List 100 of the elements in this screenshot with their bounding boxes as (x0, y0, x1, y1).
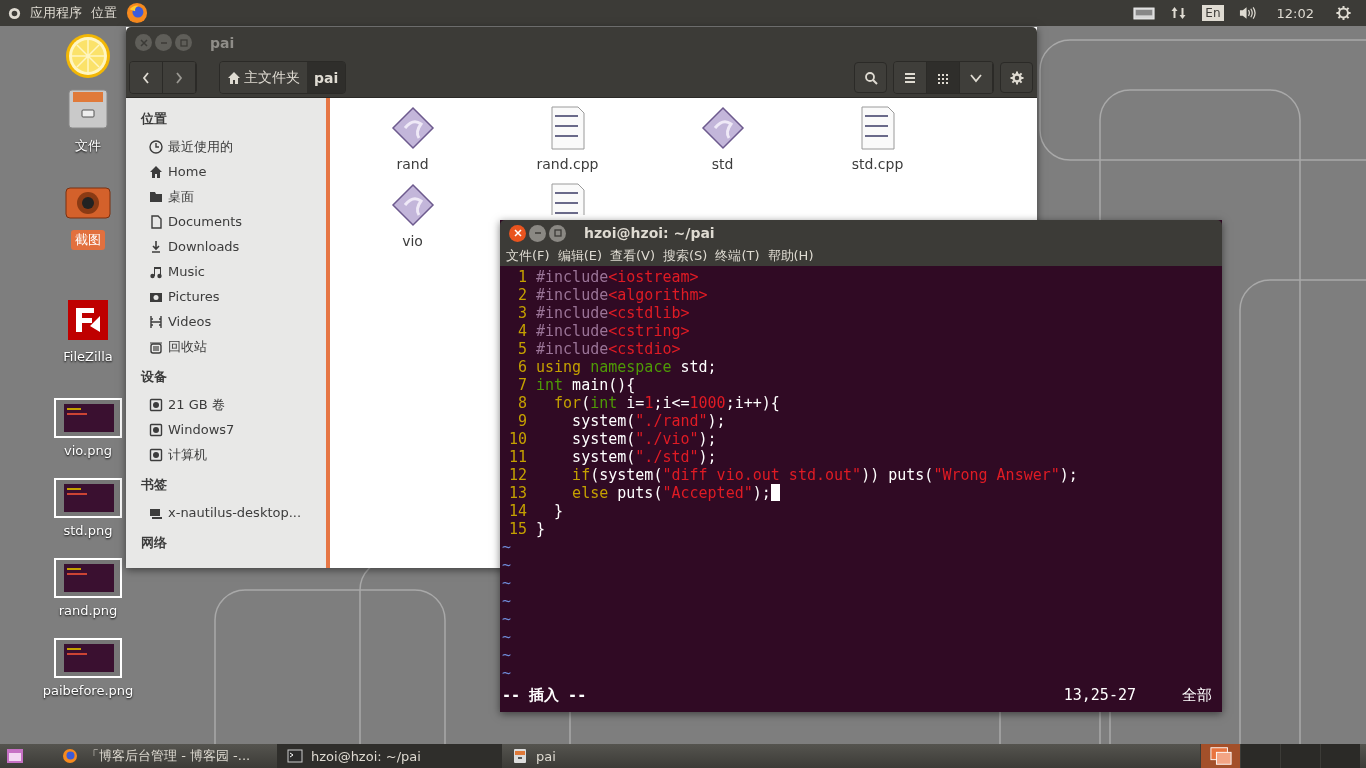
search-button[interactable] (854, 62, 887, 93)
code-line: #include<cstdio> (536, 340, 681, 358)
path-button[interactable]: pai (307, 62, 346, 93)
menu-item[interactable]: 终端(T) (715, 247, 760, 266)
browser-icon[interactable] (126, 2, 148, 24)
desktop-icon-label[interactable]: rand.png (54, 602, 122, 619)
code-line: system("./vio"); (571, 430, 717, 448)
line-number: 14 (507, 502, 527, 520)
empty-line-marker: ~ (501, 592, 512, 610)
transfer-arrows-icon[interactable] (1170, 5, 1188, 21)
menu-item[interactable]: 编辑(E) (557, 247, 602, 266)
line-number: 1 (516, 268, 527, 286)
line-number: 4 (516, 322, 527, 340)
taskbar-button[interactable]: hzoi@hzoi: ~/pai (277, 744, 502, 768)
file-name[interactable]: std.cpp (851, 156, 904, 172)
back-button[interactable] (130, 62, 163, 93)
trash-icon (149, 339, 163, 354)
settings-button[interactable] (1000, 62, 1033, 93)
line-number: 9 (516, 412, 527, 430)
list-view-button[interactable] (894, 62, 927, 93)
line-number: 12 (507, 466, 527, 484)
keyboard-icon[interactable] (1133, 6, 1156, 20)
terminal-icon (287, 748, 303, 764)
code-line: #include<iostream> (536, 268, 699, 286)
empty-line-marker: ~ (501, 538, 512, 556)
window-title: hzoi@hzoi: ~/pai (584, 225, 715, 242)
line-number: 3 (516, 304, 527, 322)
workspace-switcher-cell[interactable] (1240, 744, 1280, 768)
sidebar-item[interactable]: 计算机 (141, 442, 326, 467)
panel-menu[interactable]: 位置 (91, 4, 117, 22)
file-name[interactable]: vio (402, 233, 423, 249)
line-number: 8 (516, 394, 527, 412)
sidebar-item[interactable]: Windows7 (141, 417, 326, 442)
menu-item[interactable]: 搜索(S) (663, 247, 708, 266)
file-name[interactable]: rand (396, 156, 429, 172)
code-line: } (553, 502, 564, 520)
code-line: system("./rand"); (571, 412, 726, 430)
lemon-icon[interactable] (64, 32, 112, 80)
taskbar-button[interactable]: 「博客后台管理 - 博客园 -... (52, 744, 277, 768)
window-title: pai (210, 34, 235, 51)
menu-item[interactable]: 文件(F) (506, 247, 550, 266)
empty-line-marker: ~ (501, 664, 512, 682)
drive-icon (149, 422, 163, 437)
menu-item[interactable]: 帮助(H) (767, 247, 814, 266)
sidebar-item[interactable]: 最近使用的 (141, 134, 326, 159)
home-icon (149, 164, 163, 179)
videos-icon (149, 314, 163, 329)
sidebar-item[interactable]: 回收站 (141, 334, 326, 359)
settings-icon (1009, 70, 1024, 85)
line-number: 7 (516, 376, 527, 394)
sidebar-item[interactable]: Pictures (141, 284, 326, 309)
file-name[interactable]: rand.cpp (536, 156, 599, 172)
volume-icon[interactable] (1238, 5, 1256, 21)
menu-item[interactable]: 查看(V) (610, 247, 656, 266)
drive-icon (149, 397, 163, 412)
desktop-icon-label[interactable]: std.png (59, 522, 117, 539)
sidebar-item[interactable]: Home (141, 159, 326, 184)
code-line: using namespace std; (536, 358, 717, 376)
folder-icon (149, 189, 163, 204)
diamond-file-icon[interactable] (700, 106, 745, 150)
desktop-icon-label[interactable]: vio.png (60, 442, 116, 459)
sidebar-item[interactable]: Videos (141, 309, 326, 334)
maximize-button[interactable] (549, 224, 566, 242)
sidebar-item[interactable]: x-nautilus-desktop... (141, 500, 326, 525)
empty-line-marker: ~ (501, 628, 512, 646)
sidebar-item[interactable]: Music (141, 259, 326, 284)
empty-line-marker: ~ (501, 646, 512, 664)
power-gear-icon[interactable] (1335, 5, 1352, 21)
sidebar-item[interactable]: 21 GB 卷 (141, 392, 326, 417)
workspace-switcher-cell[interactable] (1320, 744, 1360, 768)
line-number: 11 (507, 448, 527, 466)
file-cabinet-icon (512, 748, 528, 764)
desktop-icon-label[interactable]: FileZilla (59, 348, 117, 365)
grid-view-button[interactable] (927, 62, 960, 93)
panel-menu[interactable]: 应用程序 (30, 4, 82, 22)
line-number: 10 (507, 430, 527, 448)
taskbar-button[interactable]: pai (502, 744, 727, 768)
workspace-switcher-cell[interactable] (1200, 744, 1240, 768)
workspace-switcher-cell[interactable] (1280, 744, 1320, 768)
sidebar-item[interactable]: Documents (141, 209, 326, 234)
diamond-file-icon[interactable] (390, 183, 435, 227)
sidebar-item[interactable]: Downloads (141, 234, 326, 259)
desktop-icon-label[interactable]: paibefore.png (38, 682, 138, 699)
sidebar-heading: 书签 (141, 476, 168, 494)
sidebar-heading: 设备 (141, 368, 168, 386)
keyboard-layout-indicator[interactable]: En (1202, 5, 1224, 21)
line-number: 6 (516, 358, 527, 376)
close-icon (512, 228, 523, 239)
sidebar-heading: 网络 (141, 534, 168, 552)
diamond-file-icon[interactable] (390, 106, 435, 150)
clock[interactable]: 12:02 (1276, 5, 1314, 21)
line-number: 15 (507, 520, 527, 538)
empty-line-marker: ~ (501, 556, 512, 574)
desktop-icon-label[interactable]: 文件 (71, 136, 105, 156)
list-icon (903, 70, 917, 85)
circle-logo-icon[interactable] (8, 6, 21, 20)
close-button[interactable] (509, 224, 526, 242)
sidebar-item[interactable]: 桌面 (141, 184, 326, 209)
file-name[interactable]: std (711, 156, 734, 172)
empty-line-marker: ~ (501, 574, 512, 592)
